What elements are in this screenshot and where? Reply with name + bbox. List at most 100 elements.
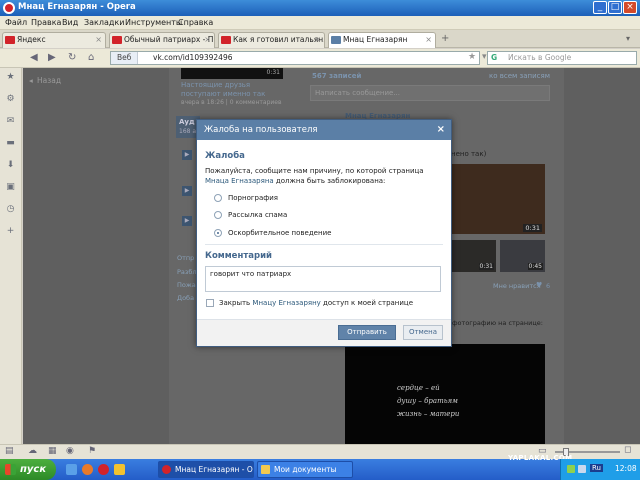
comment-textarea[interactable]: говорит что патриарх (205, 266, 441, 292)
cloud-icon[interactable]: ☁ (28, 446, 37, 456)
new-tab-icon[interactable]: + (441, 33, 449, 44)
bookmarks-icon[interactable]: ★ (5, 72, 16, 83)
task-my-documents[interactable]: Мои документы (257, 461, 353, 478)
windows-logo-icon (5, 464, 16, 475)
tab-yandex[interactable]: Яндекс × (2, 32, 106, 48)
forward-arrow-icon[interactable]: ▶ (48, 52, 56, 63)
notes-icon[interactable]: ✉ (5, 116, 16, 127)
close-window-button[interactable]: × (623, 1, 637, 14)
close-tab-icon[interactable]: × (204, 33, 211, 47)
add-panel-icon[interactable]: + (5, 226, 16, 237)
menu-help[interactable]: Справка (178, 18, 213, 27)
windows-taskbar: пуск Мнац Егназарян - О... Мои документы… (0, 454, 640, 480)
player-quicklaunch-icon[interactable] (114, 464, 125, 475)
close-tab-icon[interactable]: × (314, 33, 321, 47)
volume-icon[interactable] (578, 465, 586, 473)
menu-bookmarks[interactable]: Закладки (84, 18, 124, 27)
task-label: Мнац Егназарян - О... (175, 465, 254, 474)
close-tab-icon[interactable]: × (95, 33, 102, 47)
left-link[interactable]: Разбл (177, 268, 197, 276)
like-label[interactable]: Мне нравится (493, 282, 541, 290)
google-search-icon: G (491, 53, 498, 62)
heart-icon[interactable]: ♥ (536, 281, 542, 289)
photo-meta: вчера в 18:26 | 0 комментариев (181, 99, 282, 106)
video-thumb[interactable]: 0:31 (452, 240, 496, 272)
url-field[interactable]: Веб vk.com/id109392496 ★ (110, 51, 480, 65)
play-icon[interactable]: ▶ (182, 150, 192, 160)
photo-caption[interactable]: Настоящие друзья поступают именно так (181, 81, 286, 99)
firefox-quicklaunch-icon[interactable] (82, 464, 93, 475)
unite-icon[interactable]: ⚑ (88, 446, 96, 456)
show-desktop-icon[interactable] (66, 464, 77, 475)
post-input[interactable]: Написать сообщение... (310, 85, 550, 101)
maximize-button[interactable]: □ (608, 1, 622, 14)
minimize-button[interactable]: _ (593, 1, 607, 14)
close-access-label[interactable]: Закрыть Мнацу Егназаряну доступ к моей с… (219, 298, 413, 308)
close-dialog-icon[interactable]: × (437, 120, 445, 140)
poem-photo[interactable]: сердце – ей душу – братьям жизнь – матер… (345, 344, 545, 444)
chat-icon[interactable]: ▬ (5, 138, 16, 149)
close-access-checkbox[interactable] (206, 299, 214, 307)
radio-abuse[interactable] (214, 229, 222, 237)
radio-spam[interactable] (214, 211, 222, 219)
opera-quicklaunch-icon[interactable] (98, 464, 109, 475)
complaint-description: Пожалуйста, сообщите нам причину, по кот… (205, 167, 424, 185)
back-arrow-icon[interactable]: ◀ (30, 52, 38, 63)
downloads-icon[interactable]: ⬇ (5, 160, 16, 171)
dialog-title: Жалоба на пользователя (204, 125, 318, 135)
video-main[interactable]: 0:31 (452, 164, 545, 234)
back-link[interactable]: Назад (37, 76, 61, 85)
search-input[interactable]: G Искать в Google (487, 51, 637, 65)
menu-view[interactable]: Вид (62, 18, 78, 27)
history-icon[interactable]: ◷ (5, 204, 16, 215)
radio-label-spam[interactable]: Рассылка спама (228, 211, 287, 219)
photo-thumbnail[interactable]: 0:31 (181, 68, 283, 79)
opera-task-icon (162, 465, 171, 474)
yaplakal-favicon-icon (112, 36, 122, 44)
tab-italian[interactable]: Как я готовил итальян... × (218, 32, 325, 48)
comment-heading: Комментарий (205, 251, 272, 261)
start-label: пуск (20, 464, 47, 475)
widgets-icon[interactable]: ⚙ (5, 94, 16, 105)
back-link-icon[interactable]: ◂ (29, 76, 33, 85)
left-link[interactable]: Отпр (177, 254, 194, 262)
tab-vk-profile[interactable]: Мнац Егназарян × (328, 32, 436, 48)
clock: 12:08 (615, 464, 637, 473)
close-tab-icon[interactable]: × (425, 33, 432, 47)
links-icon[interactable]: ▣ (5, 182, 16, 193)
menu-edit[interactable]: Правка (31, 18, 61, 27)
home-icon[interactable]: ⌂ (88, 52, 94, 63)
menu-tools[interactable]: Инструменты (125, 18, 182, 27)
panels-icon[interactable]: ▤ (5, 446, 14, 456)
start-button[interactable]: пуск (0, 459, 56, 480)
profile-link[interactable]: Мнаца Егназаряна (205, 177, 274, 185)
tab-patriarch[interactable]: Обычный патриарх - П... × (109, 32, 215, 48)
task-opera-window[interactable]: Мнац Егназарян - О... (158, 461, 254, 478)
left-link[interactable]: Доба (177, 294, 194, 302)
language-indicator[interactable]: Ru (590, 464, 603, 472)
left-link[interactable]: Пожа (177, 281, 196, 289)
vk-favicon-icon (331, 36, 341, 44)
tab-menu-icon[interactable]: ▾ (626, 34, 630, 43)
submit-button[interactable]: Отправить (338, 325, 396, 340)
speed-dial-icon[interactable]: ▦ (48, 446, 57, 456)
zoom-slider[interactable] (555, 448, 620, 456)
turbo-icon[interactable]: ◉ (66, 446, 74, 456)
play-icon[interactable]: ▶ (182, 216, 192, 226)
menu-file[interactable]: Файл (5, 18, 27, 27)
play-icon[interactable]: ▶ (182, 186, 192, 196)
radio-label-abuse[interactable]: Оскорбительное поведение (228, 229, 331, 237)
all-posts-link[interactable]: ко всем записям (489, 72, 550, 80)
zoom-indicator-icon[interactable]: ◻ (624, 445, 631, 455)
dropdown-arrow-icon[interactable]: ▾ (482, 52, 487, 62)
url-text: vk.com/id109392496 (153, 53, 233, 62)
tab-label: Как я готовил итальян... (233, 35, 325, 44)
bookmark-star-icon[interactable]: ★ (468, 51, 476, 63)
search-placeholder: Искать в Google (508, 53, 572, 62)
video-thumb[interactable]: 0:45 (500, 240, 545, 272)
network-icon[interactable] (567, 465, 575, 473)
radio-label-porn[interactable]: Порнография (228, 194, 278, 202)
reload-icon[interactable]: ↻ (68, 52, 76, 63)
radio-porn[interactable] (214, 194, 222, 202)
cancel-button[interactable]: Отмена (403, 325, 443, 340)
